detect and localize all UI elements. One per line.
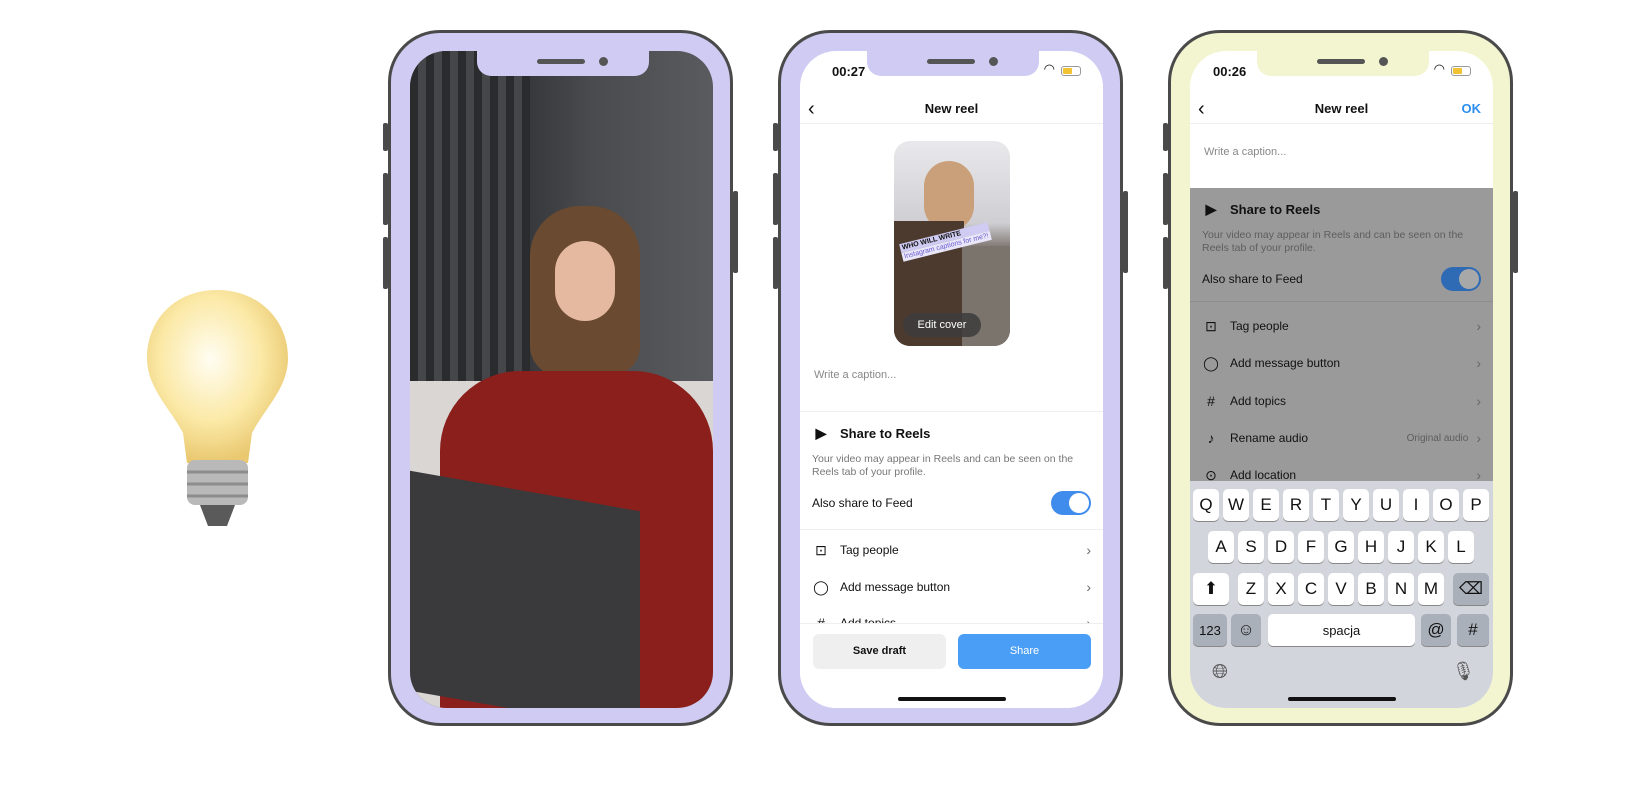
reels-description: Your video may appear in Reels and can b… — [1202, 229, 1464, 254]
also-share-feed-label: Also share to Feed — [812, 496, 913, 510]
share-to-reels-heading: Share to Reels — [1230, 201, 1321, 217]
tag-person-icon: ⊡ — [815, 541, 827, 558]
space-key[interactable]: spacja — [1268, 614, 1415, 646]
home-indicator — [898, 697, 1006, 701]
key-p[interactable]: P — [1463, 489, 1489, 521]
battery-icon — [1061, 66, 1081, 76]
key-x[interactable]: X — [1268, 573, 1294, 605]
chevron-right-icon: › — [1476, 318, 1481, 334]
hash-key[interactable]: # — [1457, 614, 1489, 646]
add-message-button-row[interactable]: ◯ Add message button › — [1202, 351, 1481, 375]
reels-icon: ▶ — [1205, 200, 1217, 217]
add-topics-row[interactable]: #Add topics› — [1202, 389, 1481, 413]
chevron-right-icon: › — [1476, 355, 1481, 371]
backspace-key[interactable]: ⌫ — [1453, 573, 1489, 605]
key-d[interactable]: D — [1268, 531, 1294, 563]
wifi-icon: ◠ — [1043, 61, 1055, 76]
battery-icon — [1451, 66, 1471, 76]
globe-icon[interactable]: 🌐︎ — [1212, 661, 1228, 684]
key-c[interactable]: C — [1298, 573, 1324, 605]
also-share-feed-toggle[interactable] — [1051, 491, 1091, 515]
microphone-icon[interactable]: 🎙︎ — [1452, 661, 1475, 682]
key-q[interactable]: Q — [1193, 489, 1219, 521]
key-h[interactable]: H — [1358, 531, 1384, 563]
key-y[interactable]: Y — [1343, 489, 1369, 521]
tag-people-row[interactable]: ⊡ Tag people › — [812, 538, 1091, 562]
caption-input[interactable]: Write a caption... — [814, 369, 896, 381]
speech-bubble-icon: ◯ — [813, 578, 829, 595]
phone-new-reel-keyboard: 00:26 ◠ ‹ New reel OK Write a caption... ▶… — [1163, 30, 1518, 726]
lightbulb-icon — [145, 288, 290, 533]
key-t[interactable]: T — [1313, 489, 1339, 521]
key-l[interactable]: L — [1448, 531, 1474, 563]
key-i[interactable]: I — [1403, 489, 1429, 521]
share-to-reels-heading: Share to Reels — [840, 425, 931, 441]
also-share-feed-label: Also share to Feed — [1202, 272, 1303, 286]
page-title: New reel — [924, 101, 979, 116]
emoji-key[interactable]: ☺ — [1231, 614, 1261, 646]
chevron-right-icon: › — [1476, 430, 1481, 446]
tag-people-row[interactable]: ⊡ Tag people › — [1202, 314, 1481, 338]
also-share-feed-toggle[interactable] — [1441, 267, 1481, 291]
share-button[interactable]: Share — [958, 634, 1091, 669]
key-j[interactable]: J — [1388, 531, 1414, 563]
add-message-button-row[interactable]: ◯ Add message button › — [812, 575, 1091, 599]
save-draft-button[interactable]: Save draft — [813, 634, 946, 669]
home-indicator — [1288, 697, 1396, 701]
shift-key[interactable]: ⬆ — [1193, 573, 1229, 605]
chevron-right-icon: › — [1086, 579, 1091, 595]
back-button[interactable]: ‹ — [1198, 95, 1205, 123]
key-z[interactable]: Z — [1238, 573, 1264, 605]
key-m[interactable]: M — [1418, 573, 1444, 605]
phone-photo — [383, 30, 738, 726]
reels-description: Your video may appear in Reels and can b… — [812, 453, 1074, 478]
key-a[interactable]: A — [1208, 531, 1234, 563]
key-b[interactable]: B — [1358, 573, 1384, 605]
back-button[interactable]: ‹ — [808, 95, 815, 123]
key-s[interactable]: S — [1238, 531, 1264, 563]
reels-icon: ▶ — [815, 424, 827, 441]
key-k[interactable]: K — [1418, 531, 1444, 563]
chevron-right-icon: › — [1086, 542, 1091, 558]
key-v[interactable]: V — [1328, 573, 1354, 605]
key-f[interactable]: F — [1298, 531, 1324, 563]
key-g[interactable]: G — [1328, 531, 1354, 563]
tag-person-icon: ⊡ — [1205, 317, 1217, 334]
numbers-key[interactable]: 123 — [1193, 614, 1227, 646]
music-note-icon: ♪ — [1207, 430, 1215, 446]
status-time: 00:26 — [1213, 64, 1247, 79]
edit-cover-button[interactable]: Edit cover — [903, 313, 981, 337]
hashtag-icon: # — [1207, 393, 1215, 409]
key-w[interactable]: W — [1223, 489, 1249, 521]
key-u[interactable]: U — [1373, 489, 1399, 521]
key-r[interactable]: R — [1283, 489, 1309, 521]
chevron-right-icon: › — [1476, 393, 1481, 409]
reel-cover-thumbnail[interactable]: WHO WILL WRITE Instagram captions for me… — [894, 141, 1010, 346]
caption-input[interactable]: Write a caption... — [1204, 146, 1286, 158]
key-o[interactable]: O — [1433, 489, 1459, 521]
page-title: New reel — [1314, 101, 1369, 116]
rename-audio-row[interactable]: ♪ Rename audio Original audio › — [1202, 426, 1482, 450]
speech-bubble-icon: ◯ — [1203, 354, 1219, 371]
key-n[interactable]: N — [1388, 573, 1414, 605]
keyboard: Q W E R T Y U I O P A S D F G H J K L ⬆ Z X C V B N M ⌫ 123 ☺ spacja @ #… — [1190, 481, 1493, 708]
ok-button[interactable]: OK — [1462, 95, 1482, 123]
at-key[interactable]: @ — [1421, 614, 1451, 646]
wifi-icon: ◠ — [1433, 61, 1445, 76]
phone-new-reel: 00:27 ◠ ‹ New reel WHO WILL WRITE Instagr… — [773, 30, 1128, 726]
status-time: 00:27 — [832, 64, 866, 79]
woman-photo — [410, 51, 713, 708]
key-e[interactable]: E — [1253, 489, 1279, 521]
